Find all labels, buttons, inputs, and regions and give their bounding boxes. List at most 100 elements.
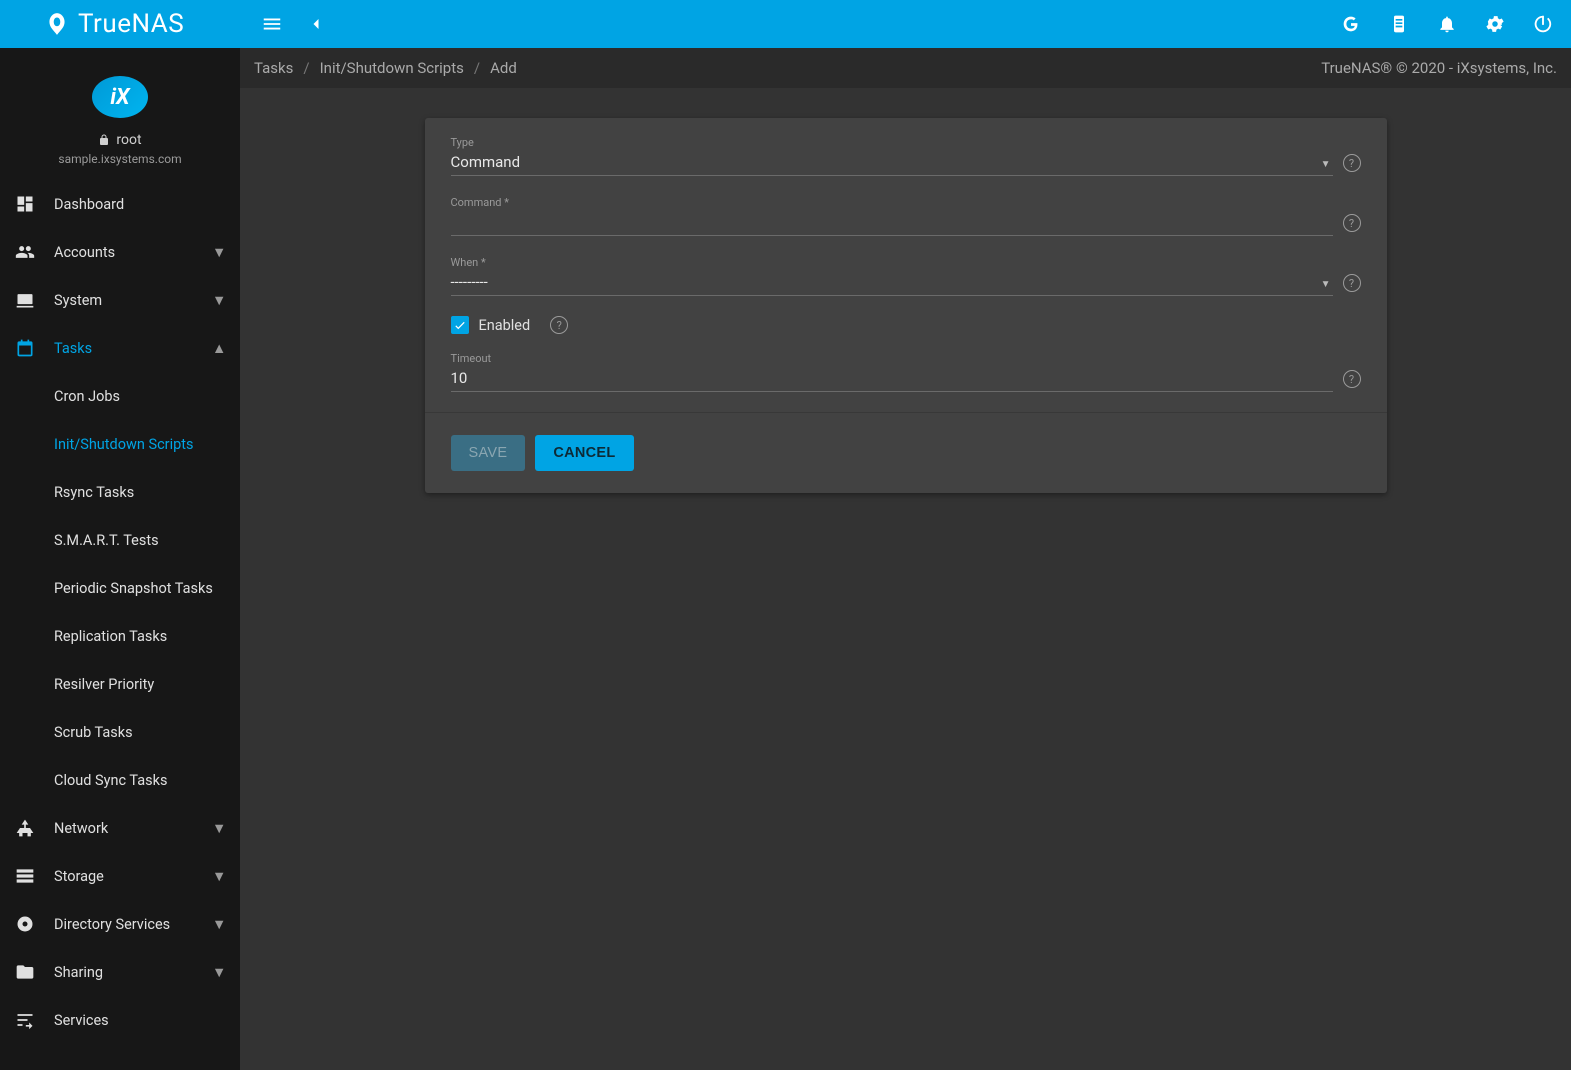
chevron-down-icon: ▼ [212,244,228,261]
nav-label: Dashboard [54,196,228,213]
sidebar-item-storage[interactable]: Storage ▼ [0,852,240,900]
crumb-tasks[interactable]: Tasks [254,59,293,77]
accounts-icon [12,242,38,262]
save-button[interactable]: SAVE [451,435,526,471]
command-label: Command * [451,196,1333,209]
sidebar-item-directory[interactable]: Directory Services ▼ [0,900,240,948]
settings-icon[interactable] [1483,12,1507,36]
menu-toggle-icon[interactable] [260,12,284,36]
help-icon[interactable]: ? [1343,370,1361,388]
sidebar-sub-rsync[interactable]: Rsync Tasks [0,468,240,516]
type-label: Type [451,136,1333,149]
sidebar-sub-replication[interactable]: Replication Tasks [0,612,240,660]
when-select[interactable]: --------- [451,271,1333,296]
chevron-down-icon: ▼ [212,916,228,933]
sidebar-item-sharing[interactable]: Sharing ▼ [0,948,240,996]
crumb-add: Add [490,59,517,77]
ix-logo: iX [92,76,148,118]
tasks-icon [12,338,38,358]
sub-label: Rsync Tasks [54,484,134,501]
username: root [116,132,141,148]
sub-label: Scrub Tasks [54,724,133,741]
back-icon[interactable] [304,12,328,36]
ha-status-icon[interactable] [1339,12,1363,36]
field-timeout: Timeout ? [451,352,1361,392]
chevron-down-icon: ▼ [212,868,228,885]
main-content: Tasks / Init/Shutdown Scripts / Add True… [240,48,1571,1070]
type-select[interactable]: Command [451,151,1333,176]
copyright-text: TrueNAS® © 2020 - iXsystems, Inc. [1321,59,1557,77]
sidebar-sub-cron-jobs[interactable]: Cron Jobs [0,372,240,420]
enabled-label: Enabled [479,317,531,334]
user-line: root [0,132,240,148]
sidebar-sub-scrub[interactable]: Scrub Tasks [0,708,240,756]
storage-icon [12,866,38,886]
crumb-sep: / [474,59,480,77]
sidebar: iX root sample.ixsystems.com Dashboard A… [0,48,240,1070]
sub-label: Cron Jobs [54,388,120,405]
sidebar-item-tasks[interactable]: Tasks ▲ [0,324,240,372]
sidebar-item-dashboard[interactable]: Dashboard [0,180,240,228]
system-icon [12,290,38,310]
sidebar-item-system[interactable]: System ▼ [0,276,240,324]
product-name: TrueNAS [78,9,184,39]
sidebar-sub-cloudsync[interactable]: Cloud Sync Tasks [0,756,240,804]
help-icon[interactable]: ? [1343,274,1361,292]
nav-label: Directory Services [54,916,212,933]
chevron-down-icon: ▼ [212,292,228,309]
breadcrumb: Tasks / Init/Shutdown Scripts / Add True… [240,48,1571,88]
timeout-input[interactable] [451,367,1333,392]
when-label: When * [451,256,1333,269]
field-type: Type Command ▼ ? [451,136,1361,176]
form-card: Type Command ▼ ? Command * ? [425,118,1387,493]
sub-label: Init/Shutdown Scripts [54,436,194,453]
crumb-sep: / [303,59,309,77]
nav-label: Storage [54,868,212,885]
field-enabled: Enabled ? [451,316,1361,334]
nav-label: Tasks [54,340,212,357]
sub-label: Periodic Snapshot Tasks [54,580,213,597]
sidebar-item-services[interactable]: Services [0,996,240,1044]
sidebar-sub-smart[interactable]: S.M.A.R.T. Tests [0,516,240,564]
help-icon[interactable]: ? [1343,154,1361,172]
sidebar-item-accounts[interactable]: Accounts ▼ [0,228,240,276]
directory-icon [12,914,38,934]
sub-label: S.M.A.R.T. Tests [54,532,159,549]
truenas-logo-icon [44,11,70,37]
sidebar-sub-init-shutdown[interactable]: Init/Shutdown Scripts [0,420,240,468]
sub-label: Cloud Sync Tasks [54,772,167,789]
notifications-icon[interactable] [1435,12,1459,36]
timeout-label: Timeout [451,352,1333,365]
logo-area: TrueNAS [16,9,240,39]
nav-label: Accounts [54,244,212,261]
help-icon[interactable]: ? [1343,214,1361,232]
nav-label: Services [54,1012,228,1029]
sub-label: Replication Tasks [54,628,167,645]
enabled-checkbox[interactable] [451,316,469,334]
chevron-down-icon: ▼ [212,820,228,837]
form-actions: SAVE CANCEL [425,412,1387,493]
sub-label: Resilver Priority [54,676,154,693]
help-icon[interactable]: ? [550,316,568,334]
services-icon [12,1010,38,1030]
chevron-up-icon: ▲ [212,340,228,357]
sidebar-sub-snapshot[interactable]: Periodic Snapshot Tasks [0,564,240,612]
brand-block: iX root sample.ixsystems.com [0,48,240,180]
clipboard-icon[interactable] [1387,12,1411,36]
sharing-icon [12,962,38,982]
command-input[interactable] [451,211,1333,236]
field-command: Command * ? [451,196,1361,236]
dashboard-icon [12,194,38,214]
crumb-init[interactable]: Init/Shutdown Scripts [320,59,464,77]
power-icon[interactable] [1531,12,1555,36]
field-when: When * --------- ▼ ? [451,256,1361,296]
cancel-button[interactable]: CANCEL [535,435,633,471]
nav-label: Network [54,820,212,837]
topbar: TrueNAS [0,0,1571,48]
sidebar-sub-resilver[interactable]: Resilver Priority [0,660,240,708]
hostname: sample.ixsystems.com [0,152,240,166]
nav-label: Sharing [54,964,212,981]
lock-icon [98,134,110,146]
sidebar-item-network[interactable]: Network ▼ [0,804,240,852]
check-icon [453,318,467,332]
